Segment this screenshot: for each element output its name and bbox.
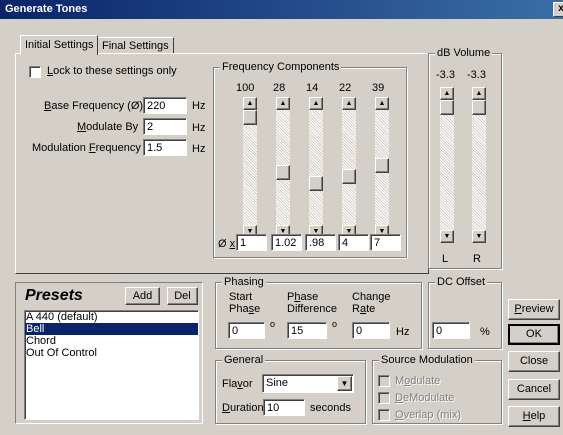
slider-track[interactable] <box>472 100 486 230</box>
duration-unit: seconds <box>310 402 351 414</box>
flavor-select[interactable]: Sine ▼ <box>262 374 354 393</box>
scroll-down-arrow-icon[interactable]: ▼ <box>440 230 454 243</box>
preset-list-item[interactable]: Chord <box>25 335 198 347</box>
chevron-down-icon[interactable]: ▼ <box>337 376 352 391</box>
change-rate-unit: Hz <box>396 326 410 338</box>
start-phase-label: Start Phase <box>229 291 261 315</box>
phasing-title: Phasing <box>222 276 266 288</box>
channel-left-label: L <box>442 253 449 265</box>
multiplier-input-1[interactable]: 1 <box>236 234 267 251</box>
preview-button[interactable]: Preview <box>508 299 560 320</box>
close-icon: x <box>558 3 563 14</box>
close-window-button[interactable]: x <box>553 2 563 17</box>
demodulate-label: DeModulate <box>395 392 455 404</box>
flavor-label: Flavor <box>222 378 253 390</box>
overlap-checkbox[interactable] <box>378 409 390 421</box>
base-frequency-unit: Hz <box>192 100 206 112</box>
multiplier-input-3[interactable]: .98 <box>305 234 336 251</box>
frequency-level-4: 22 <box>339 82 352 94</box>
preset-list-item[interactable]: Bell <box>25 323 198 335</box>
slider-thumb[interactable] <box>309 176 323 191</box>
lock-label: Lock to these settings only <box>47 65 177 77</box>
close-button[interactable]: Close <box>508 351 560 372</box>
modulation-frequency-input[interactable]: 1.5 <box>143 139 187 156</box>
frequency-level-3: 14 <box>306 82 319 94</box>
slider-thumb[interactable] <box>276 165 290 180</box>
preset-list-item[interactable]: Out Of Control <box>25 347 198 359</box>
duration-input[interactable]: 10 <box>263 399 305 416</box>
phase-difference-label: Phase Difference <box>287 291 337 315</box>
tab-initial-settings[interactable]: Initial Settings <box>20 35 99 55</box>
slider-thumb[interactable] <box>243 110 257 125</box>
scroll-up-arrow-icon[interactable]: ▲ <box>375 97 389 110</box>
slider-thumb[interactable] <box>375 158 389 173</box>
general-title: General <box>222 354 266 366</box>
slider-track[interactable] <box>342 110 356 225</box>
presets-list[interactable]: A 440 (default) Bell Chord Out Of Control <box>24 310 199 420</box>
slider-thumb[interactable] <box>472 100 486 115</box>
scroll-up-arrow-icon[interactable]: ▲ <box>472 87 486 100</box>
frequency-level-5: 39 <box>372 82 385 94</box>
delete-preset-button[interactable]: Del <box>167 287 198 305</box>
phase-difference-input[interactable]: 15 <box>287 322 327 339</box>
flavor-selected-value: Sine <box>266 377 289 389</box>
multiplier-input-2[interactable]: 1.02 <box>271 234 302 251</box>
multiplier-label: Ø x <box>218 238 236 250</box>
ok-button[interactable]: OK <box>508 324 560 345</box>
scroll-up-arrow-icon[interactable]: ▲ <box>440 87 454 100</box>
add-preset-button[interactable]: Add <box>125 287 160 305</box>
tab-initial-settings-label: Initial Settings <box>25 39 94 51</box>
scroll-up-arrow-icon[interactable]: ▲ <box>309 97 323 110</box>
volume-level-left: -3.3 <box>436 69 455 81</box>
change-rate-label: Change Rate <box>352 291 391 315</box>
start-phase-input[interactable]: 0 <box>228 322 265 339</box>
overlap-label: Overlap (mix) <box>395 409 462 421</box>
change-rate-input[interactable]: 0 <box>352 322 390 339</box>
preset-list-item[interactable]: A 440 (default) <box>25 311 198 323</box>
db-volume-title: dB Volume <box>435 47 493 59</box>
frequency-components-title: Frequency Components <box>220 61 342 73</box>
scroll-down-arrow-icon[interactable]: ▼ <box>472 230 486 243</box>
slider-thumb[interactable] <box>440 100 454 115</box>
help-button[interactable]: Help <box>508 406 560 427</box>
slider-track[interactable] <box>440 100 454 230</box>
scroll-up-arrow-icon[interactable]: ▲ <box>342 97 356 110</box>
multiplier-input-5[interactable]: 7 <box>370 234 401 251</box>
cancel-button[interactable]: Cancel <box>508 379 560 400</box>
slider-track[interactable] <box>309 110 323 225</box>
title-bar: Generate Tones x <box>0 0 563 19</box>
dc-offset-unit: % <box>480 326 490 338</box>
frequency-level-1: 100 <box>236 82 255 94</box>
scroll-up-arrow-icon[interactable]: ▲ <box>276 97 290 110</box>
modulate-by-label: Modulate By <box>77 121 139 133</box>
modulate-by-input[interactable]: 2 <box>143 118 187 135</box>
volume-level-right: -3.3 <box>467 69 486 81</box>
modulate-checkbox[interactable] <box>378 375 390 387</box>
modulate-label: Modulate <box>395 375 441 387</box>
tab-final-settings[interactable]: Final Settings <box>97 37 174 54</box>
frequency-level-2: 28 <box>273 82 286 94</box>
modulate-by-unit: Hz <box>192 122 206 134</box>
slider-thumb[interactable] <box>342 169 356 184</box>
source-modulation-title: Source Modulation <box>379 354 475 366</box>
lock-checkbox[interactable] <box>29 66 41 78</box>
base-frequency-input[interactable]: 220 <box>143 97 187 114</box>
multiplier-input-4[interactable]: 4 <box>338 234 369 251</box>
window-title: Generate Tones <box>5 3 88 15</box>
phase-difference-degree: o <box>332 319 338 329</box>
channel-right-label: R <box>473 253 481 265</box>
slider-track[interactable] <box>243 110 257 225</box>
base-frequency-label: Base Frequency (Ø) <box>44 100 144 112</box>
duration-label: Duration <box>222 402 264 414</box>
start-phase-degree: o <box>270 319 276 329</box>
dc-offset-title: DC Offset <box>435 276 488 288</box>
demodulate-checkbox[interactable] <box>378 392 390 404</box>
dc-offset-input[interactable]: 0 <box>432 322 470 339</box>
scroll-up-arrow-icon[interactable]: ▲ <box>243 97 257 110</box>
modulation-frequency-unit: Hz <box>192 143 206 155</box>
modulation-frequency-label: Modulation Frequency <box>32 142 141 154</box>
presets-title: Presets <box>25 287 83 304</box>
tab-final-settings-label: Final Settings <box>102 40 169 52</box>
